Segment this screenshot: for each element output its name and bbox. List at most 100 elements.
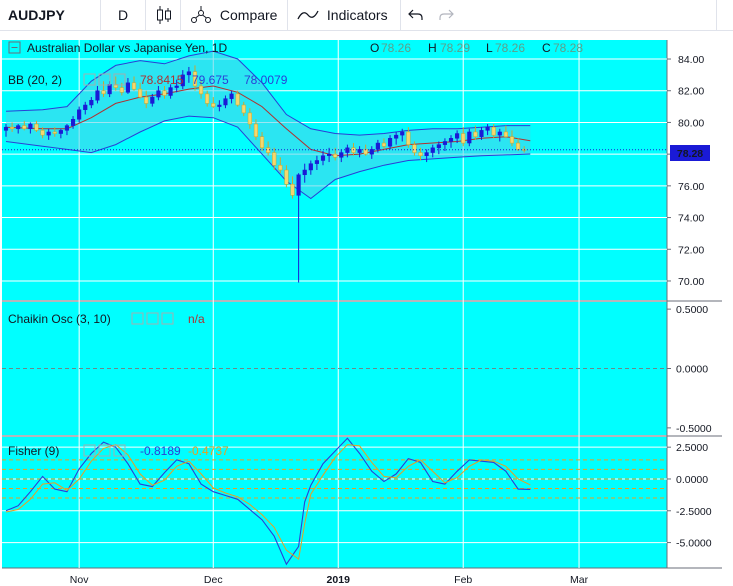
candle-body — [34, 123, 39, 131]
chart-style-button[interactable] — [155, 0, 175, 30]
redo-icon — [439, 9, 454, 20]
candle-body — [229, 93, 234, 99]
interval-button[interactable]: D — [118, 0, 128, 30]
toolbar-divider — [716, 0, 717, 30]
candle-body — [406, 131, 411, 145]
candle-body — [107, 84, 112, 95]
candle-body — [418, 152, 423, 156]
candle-body — [217, 104, 222, 107]
candle-body — [455, 133, 460, 139]
fisher-panel[interactable] — [2, 437, 667, 568]
price-axis-label: 70.00 — [678, 276, 704, 288]
candle-body — [375, 142, 380, 150]
compare-label: Compare — [219, 7, 278, 23]
chaikin-label[interactable]: Chaikin Osc (3, 10) — [8, 312, 111, 326]
time-axis-label: Dec — [204, 574, 223, 586]
fisher-label[interactable]: Fisher (9) — [8, 444, 59, 458]
candle-body — [125, 82, 131, 93]
candle-body — [339, 152, 344, 158]
bb-label[interactable]: BB (20, 2) — [8, 73, 62, 87]
candle-body — [485, 126, 490, 131]
ohlc-high-key: H — [428, 41, 437, 55]
candle-body — [28, 123, 33, 130]
top-toolbar: AUDJPY D Compare Indicators — [0, 0, 733, 31]
bb-basis-value: 78.8415 — [140, 73, 184, 87]
candle-body — [138, 88, 143, 98]
candle-body — [473, 131, 478, 137]
fisher-axis-label: -5.0000 — [676, 538, 712, 550]
candle-body — [241, 104, 246, 114]
candle-body — [22, 125, 27, 130]
candle-body — [247, 112, 252, 125]
candle-body — [491, 126, 496, 136]
chaikin-value: n/a — [188, 312, 205, 326]
candle-body — [497, 131, 502, 136]
candle-body — [58, 130, 63, 134]
candle-body — [442, 141, 448, 145]
indicators-icon — [297, 10, 319, 20]
fisher-axis-label: -2.5000 — [676, 506, 712, 518]
toolbar-divider — [180, 0, 181, 30]
candle-body — [308, 163, 313, 171]
last-price-tag: 78.28 — [670, 145, 710, 161]
candle-body — [150, 96, 155, 104]
candle-body — [186, 71, 191, 76]
candle-body — [223, 98, 228, 106]
redo-button[interactable] — [438, 0, 456, 30]
time-axis-label: 2019 — [327, 574, 351, 586]
candle-body — [70, 119, 76, 126]
candle-body — [448, 138, 454, 142]
candle-body — [503, 131, 508, 137]
candle-body — [253, 123, 259, 137]
fisher-axis-label: 2.5000 — [676, 442, 708, 454]
candle-body — [467, 131, 472, 144]
price-axis-label: 80.00 — [678, 117, 704, 129]
candle-body — [381, 142, 387, 147]
candle-body — [40, 130, 45, 136]
candle-body — [333, 153, 338, 158]
compare-button[interactable]: Compare — [190, 0, 282, 30]
candle-body — [119, 87, 124, 93]
symbol-search[interactable]: AUDJPY — [8, 0, 65, 30]
candle-body — [302, 169, 307, 176]
ohlc-low-value: 78.26 — [495, 41, 525, 55]
indicators-button[interactable]: Indicators — [297, 0, 397, 30]
candle-body — [290, 184, 295, 196]
candle-body — [515, 142, 521, 150]
candle-body — [400, 131, 405, 136]
time-axis-label: Mar — [570, 574, 589, 586]
toolbar-divider — [100, 0, 101, 30]
ohlc-open-key: O — [370, 41, 379, 55]
ohlc-high-value: 78.29 — [440, 41, 470, 55]
candle-body — [101, 90, 106, 95]
candle-body — [327, 153, 332, 156]
candle-body — [211, 103, 216, 107]
price-axis-label: 76.00 — [678, 181, 704, 193]
candle-body — [394, 134, 399, 139]
candle-body — [259, 136, 265, 149]
candle-body — [131, 82, 137, 90]
last-price-label: 78.28 — [677, 148, 703, 160]
candle-body — [387, 138, 393, 147]
fisher-axis-label: 0.0000 — [676, 474, 708, 486]
chaikin-axis-label: -0.5000 — [676, 423, 712, 435]
undo-button[interactable] — [408, 0, 426, 30]
candle-body — [64, 125, 70, 131]
candle-body — [235, 93, 240, 106]
price-axis-label: 82.00 — [678, 86, 704, 98]
toolbar-divider — [145, 0, 146, 30]
candle-body — [205, 93, 210, 104]
candle-body — [3, 126, 9, 131]
candle-body — [284, 169, 289, 185]
compare-icon — [191, 5, 211, 23]
ohlc-open-value: 78.26 — [381, 41, 411, 55]
candle-body — [198, 85, 204, 95]
candle-body — [320, 155, 326, 161]
fisher-trigger-value: -0.4737 — [188, 444, 229, 458]
candle-body — [272, 152, 277, 166]
candle-body — [144, 96, 149, 104]
price-axis-label: 72.00 — [678, 244, 704, 256]
candle-body — [278, 164, 283, 171]
toolbar-divider — [400, 0, 401, 30]
chart-area[interactable]: NovDec2019FebMar84.0082.0080.0078.0076.0… — [0, 31, 733, 586]
